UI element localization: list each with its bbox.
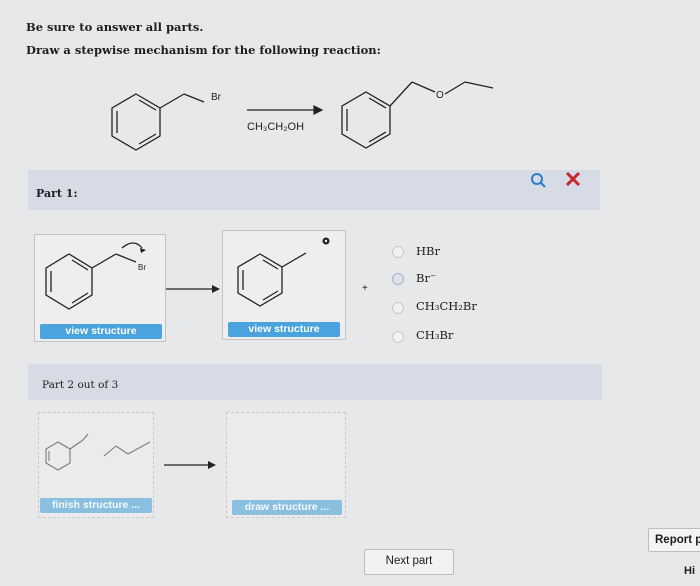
- radio-br-anion[interactable]: [392, 273, 404, 285]
- radio-methyl-bromide[interactable]: [392, 331, 404, 343]
- part1-reactant-drawing: Br: [45, 242, 146, 310]
- part1-br-label: Br: [138, 263, 146, 272]
- report-problem-button[interactable]: Report p: [648, 528, 700, 552]
- plus-sign: +: [362, 283, 368, 294]
- part2-title: Part 2 out of 3: [42, 379, 119, 391]
- part2-faded-drawing: [45, 433, 151, 471]
- product-o-label: O: [436, 90, 444, 101]
- reagent-ethanol: CH₃CH₂OH: [247, 121, 304, 133]
- part1-header: Part 1:: [28, 170, 600, 210]
- part1-title: Part 1:: [36, 187, 78, 200]
- instruction-draw-mechanism: Draw a stepwise mechanism for the follow…: [26, 43, 381, 57]
- part1-carbocation-drawing: [237, 237, 330, 307]
- reaction-arrow: [247, 105, 324, 115]
- radio-hbr[interactable]: [392, 246, 404, 258]
- option-ethyl-bromide[interactable]: CH₃CH₂Br: [416, 299, 477, 313]
- option-br-anion[interactable]: Br⁻: [416, 271, 436, 285]
- view-structure-button-1[interactable]: view structure: [40, 324, 162, 339]
- product-benzyl-ethyl-ether: [341, 81, 494, 149]
- reactant-benzyl-bromide: [111, 93, 205, 151]
- search-icon[interactable]: [528, 170, 548, 190]
- part2-header: Part 2 out of 3: [28, 364, 602, 400]
- draw-structure-button[interactable]: draw structure ...: [232, 500, 342, 515]
- reactant-br-label: Br: [211, 92, 222, 103]
- option-hbr[interactable]: HBr: [416, 244, 440, 258]
- view-structure-button-2[interactable]: view structure: [228, 322, 340, 337]
- part1-arrow: [166, 285, 220, 293]
- reaction-scheme: Br CH₃CH₂OH O: [111, 81, 494, 151]
- radio-ethyl-bromide[interactable]: [392, 302, 404, 314]
- instruction-answer-all: Be sure to answer all parts.: [26, 20, 204, 34]
- close-icon[interactable]: [564, 170, 582, 188]
- finish-structure-button[interactable]: finish structure ...: [40, 498, 152, 513]
- next-part-button[interactable]: Next part: [364, 549, 454, 575]
- option-methyl-bromide[interactable]: CH₃Br: [416, 328, 453, 342]
- hint-link[interactable]: Hi: [684, 565, 695, 577]
- part2-arrow: [164, 461, 216, 469]
